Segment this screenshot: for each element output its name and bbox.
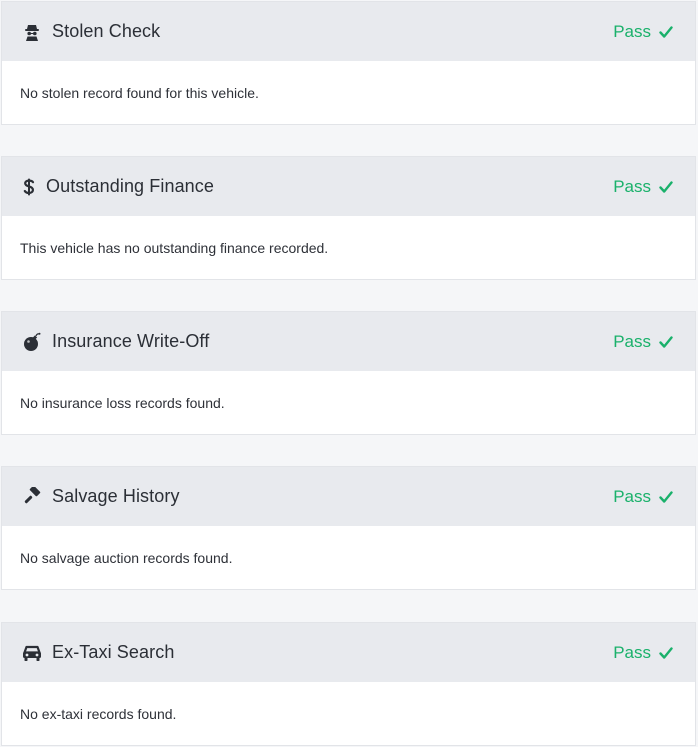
checkmark-icon [659, 490, 673, 504]
check-card-header: Salvage History Pass [2, 467, 695, 526]
check-description: No salvage auction records found. [20, 549, 233, 566]
spy-icon [22, 22, 42, 42]
status-label: Pass [613, 21, 651, 41]
check-title: Insurance Write-Off [52, 331, 210, 351]
check-card-body: No salvage auction records found. [2, 526, 695, 589]
status-badge: Pass [613, 643, 673, 663]
status-badge: Pass [613, 487, 673, 507]
check-title-group: Ex-Taxi Search [22, 642, 174, 663]
check-card-header: Stolen Check Pass [2, 2, 695, 61]
check-title: Salvage History [52, 486, 180, 506]
check-card-body: No stolen record found for this vehicle. [2, 61, 695, 124]
check-card-header: Insurance Write-Off Pass [2, 312, 695, 371]
checkmark-icon [659, 335, 673, 349]
check-card-finance: Outstanding Finance Pass This vehicle ha… [1, 156, 696, 280]
checkmark-icon [659, 25, 673, 39]
check-title-group: Salvage History [22, 486, 180, 507]
check-title-group: Insurance Write-Off [22, 331, 209, 352]
status-badge: Pass [613, 332, 673, 352]
bomb-icon [22, 332, 42, 352]
dollar-icon [22, 177, 36, 197]
check-description: This vehicle has no outstanding finance … [20, 239, 329, 256]
status-label: Pass [613, 331, 651, 351]
check-card-stolen: Stolen Check Pass No stolen record found… [1, 1, 696, 125]
check-card-body: This vehicle has no outstanding finance … [2, 216, 695, 279]
check-card-taxi: Ex-Taxi Search Pass No ex-taxi records f… [1, 622, 696, 746]
checkmark-icon [659, 646, 673, 660]
check-description: No stolen record found for this vehicle. [20, 84, 259, 101]
check-description: No insurance loss records found. [20, 394, 225, 411]
check-card-body: No ex-taxi records found. [2, 682, 695, 745]
check-description: No ex-taxi records found. [20, 705, 177, 722]
status-label: Pass [613, 642, 651, 662]
status-badge: Pass [613, 22, 673, 42]
check-card-header: Outstanding Finance Pass [2, 157, 695, 216]
check-card-insurance: Insurance Write-Off Pass No insurance lo… [1, 311, 696, 435]
check-card-salvage: Salvage History Pass No salvage auction … [1, 466, 696, 590]
check-title-group: Stolen Check [22, 21, 160, 42]
status-badge: Pass [613, 177, 673, 197]
status-label: Pass [613, 176, 651, 196]
gavel-icon [22, 487, 42, 507]
car-icon [22, 643, 42, 663]
check-title: Outstanding Finance [46, 176, 215, 196]
check-title-group: Outstanding Finance [22, 176, 214, 197]
check-title: Ex-Taxi Search [52, 642, 175, 662]
check-title: Stolen Check [52, 21, 161, 41]
checkmark-icon [659, 180, 673, 194]
status-label: Pass [613, 486, 651, 506]
check-card-body: No insurance loss records found. [2, 371, 695, 434]
check-card-header: Ex-Taxi Search Pass [2, 623, 695, 682]
